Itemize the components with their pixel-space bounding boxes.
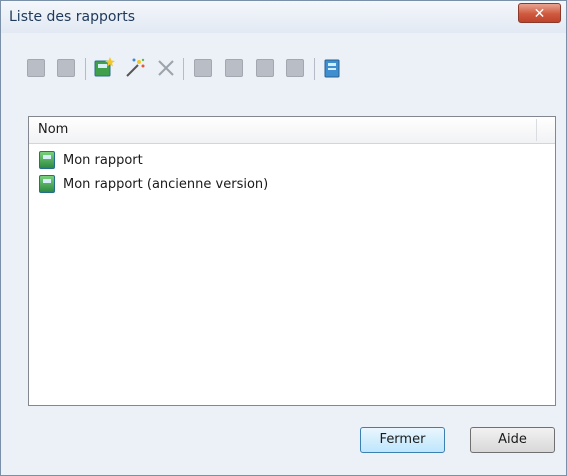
help-button[interactable]: Aide [470,427,555,453]
window-title: Liste des rapports [9,9,135,25]
close-window-button[interactable]: ✕ [518,3,561,23]
report-list[interactable]: Nom Mon rapport Mon rapport (ancienne ve… [28,116,556,406]
list-item-label: Mon rapport [63,153,143,168]
new-report-icon[interactable] [94,57,115,77]
report-old-icon [39,175,55,193]
delete-icon[interactable] [157,59,175,77]
preview-icon[interactable] [194,59,212,77]
toolbar-separator [85,58,86,80]
toolbar-separator [183,58,184,80]
list-item[interactable]: Mon rapport (ancienne version) [37,173,537,195]
title-bar: Liste des rapports ✕ [1,1,566,33]
save-report-icon[interactable] [57,59,75,77]
wizard-icon[interactable] [126,58,145,77]
toolbar-separator [314,58,315,80]
copy-icon[interactable] [324,59,342,78]
close-button[interactable]: Fermer [360,427,445,453]
report-list-window: Liste des rapports ✕ Nom Mon rapport Mon… [0,0,567,476]
close-icon: ✕ [533,6,546,22]
column-header-name[interactable]: Nom [38,122,68,137]
properties-icon[interactable] [286,59,304,77]
list-item[interactable]: Mon rapport [37,149,537,171]
list-item-label: Mon rapport (ancienne version) [63,177,269,192]
header-divider [536,119,537,141]
print-icon[interactable] [225,59,243,77]
export-icon[interactable] [256,59,274,77]
list-header: Nom [29,117,555,144]
open-report-icon[interactable] [27,59,45,77]
report-icon [39,151,55,169]
